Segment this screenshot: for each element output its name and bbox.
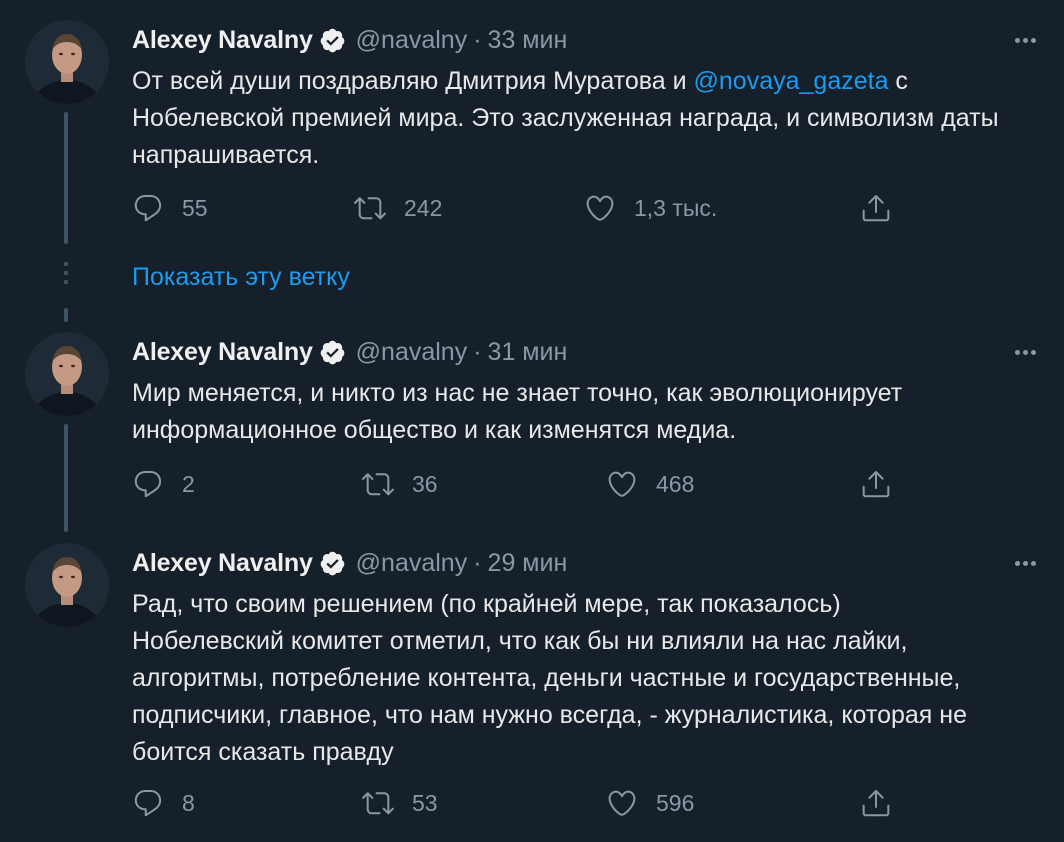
avatar-photo [25,543,109,627]
reply-icon [134,194,162,222]
verified-badge-icon [320,551,344,575]
retweet-count: 36 [412,470,438,497]
reply-count: 55 [182,194,208,221]
author-handle[interactable]: @navalny [356,338,468,367]
tweet-text: Рад, что своим решением (по крайней мере… [132,590,967,766]
tweet-1[interactable]: Alexey Navalny @navalny · 33 мин От всей… [0,20,1064,250]
tweet-text: От всей души поздравляю Дмитрия Муратова… [132,63,1032,174]
thread-dots [64,262,68,289]
show-thread-link[interactable]: Показать эту ветку [132,263,350,292]
separator-dot: · [473,548,482,577]
like-count: 1,3 тыс. [634,194,718,221]
like-count: 468 [656,470,695,497]
like-icon [608,790,636,816]
reply-button[interactable]: 55 [132,188,208,228]
like-button[interactable]: 468 [606,464,694,504]
timestamp[interactable]: 31 мин [488,338,568,367]
tweet-actions: 2 36 468 [132,464,912,504]
author-name[interactable]: Alexey Navalny [132,26,313,55]
share-button[interactable] [860,188,892,228]
like-button[interactable]: 1,3 тыс. [584,188,717,228]
reply-button[interactable]: 8 [132,783,195,823]
separator-dot: · [473,25,482,54]
tweet-header: Alexey Navalny @navalny · 29 мин [132,543,567,583]
retweet-count: 53 [412,789,438,816]
like-icon [608,471,636,497]
tweet-3[interactable]: Alexey Navalny @navalny · 29 мин Рад, чт… [0,543,1064,833]
thread-line [64,112,68,244]
avatar[interactable] [25,332,109,416]
author-handle[interactable]: @navalny [356,26,468,55]
reply-icon [134,470,162,498]
author-name[interactable]: Alexey Navalny [132,549,313,578]
verified-badge-icon [320,340,344,364]
share-button[interactable] [860,783,892,823]
share-icon [862,790,890,817]
verified-badge-icon [320,28,344,52]
retweet-button[interactable]: 36 [362,464,438,504]
author-handle[interactable]: @navalny [356,549,468,578]
avatar[interactable] [25,20,109,104]
retweet-icon [362,473,394,496]
tweet-actions: 55 242 1,3 тыс. [132,188,912,228]
retweet-icon [354,197,386,220]
more-icon[interactable] [1010,551,1040,575]
reply-count: 2 [182,470,195,497]
more-icon[interactable] [1010,28,1040,52]
avatar-photo [25,20,109,104]
tweet-text: Мир меняется, и никто из нас не знает то… [132,379,903,444]
share-icon [862,195,890,222]
reply-count: 8 [182,789,195,816]
share-icon [862,471,890,498]
more-icon[interactable] [1010,340,1040,364]
retweet-icon [362,792,394,815]
retweet-button[interactable]: 242 [354,188,442,228]
thread-line [64,308,68,322]
avatar-photo [25,332,109,416]
tweet-actions: 8 53 596 [132,783,912,823]
tweet-header: Alexey Navalny @navalny · 31 мин [132,332,567,372]
avatar[interactable] [25,543,109,627]
mention-link[interactable]: @novaya_gazeta [694,67,889,95]
retweet-button[interactable]: 53 [362,783,438,823]
retweet-count: 242 [404,194,443,221]
tweet-2[interactable]: Alexey Navalny @navalny · 31 мин Мир мен… [0,332,1064,532]
like-icon [586,195,614,221]
like-count: 596 [656,789,695,816]
author-name[interactable]: Alexey Navalny [132,338,313,367]
share-button[interactable] [860,464,892,504]
thread-line [64,424,68,532]
tweet-header: Alexey Navalny @navalny · 33 мин [132,20,567,60]
reply-button[interactable]: 2 [132,464,195,504]
timestamp[interactable]: 29 мин [488,549,568,578]
tweet-text-part: От всей души поздравляю Дмитрия Муратова… [132,67,694,95]
reply-icon [134,789,162,817]
timestamp[interactable]: 33 мин [488,26,568,55]
separator-dot: · [473,337,482,366]
like-button[interactable]: 596 [606,783,694,823]
